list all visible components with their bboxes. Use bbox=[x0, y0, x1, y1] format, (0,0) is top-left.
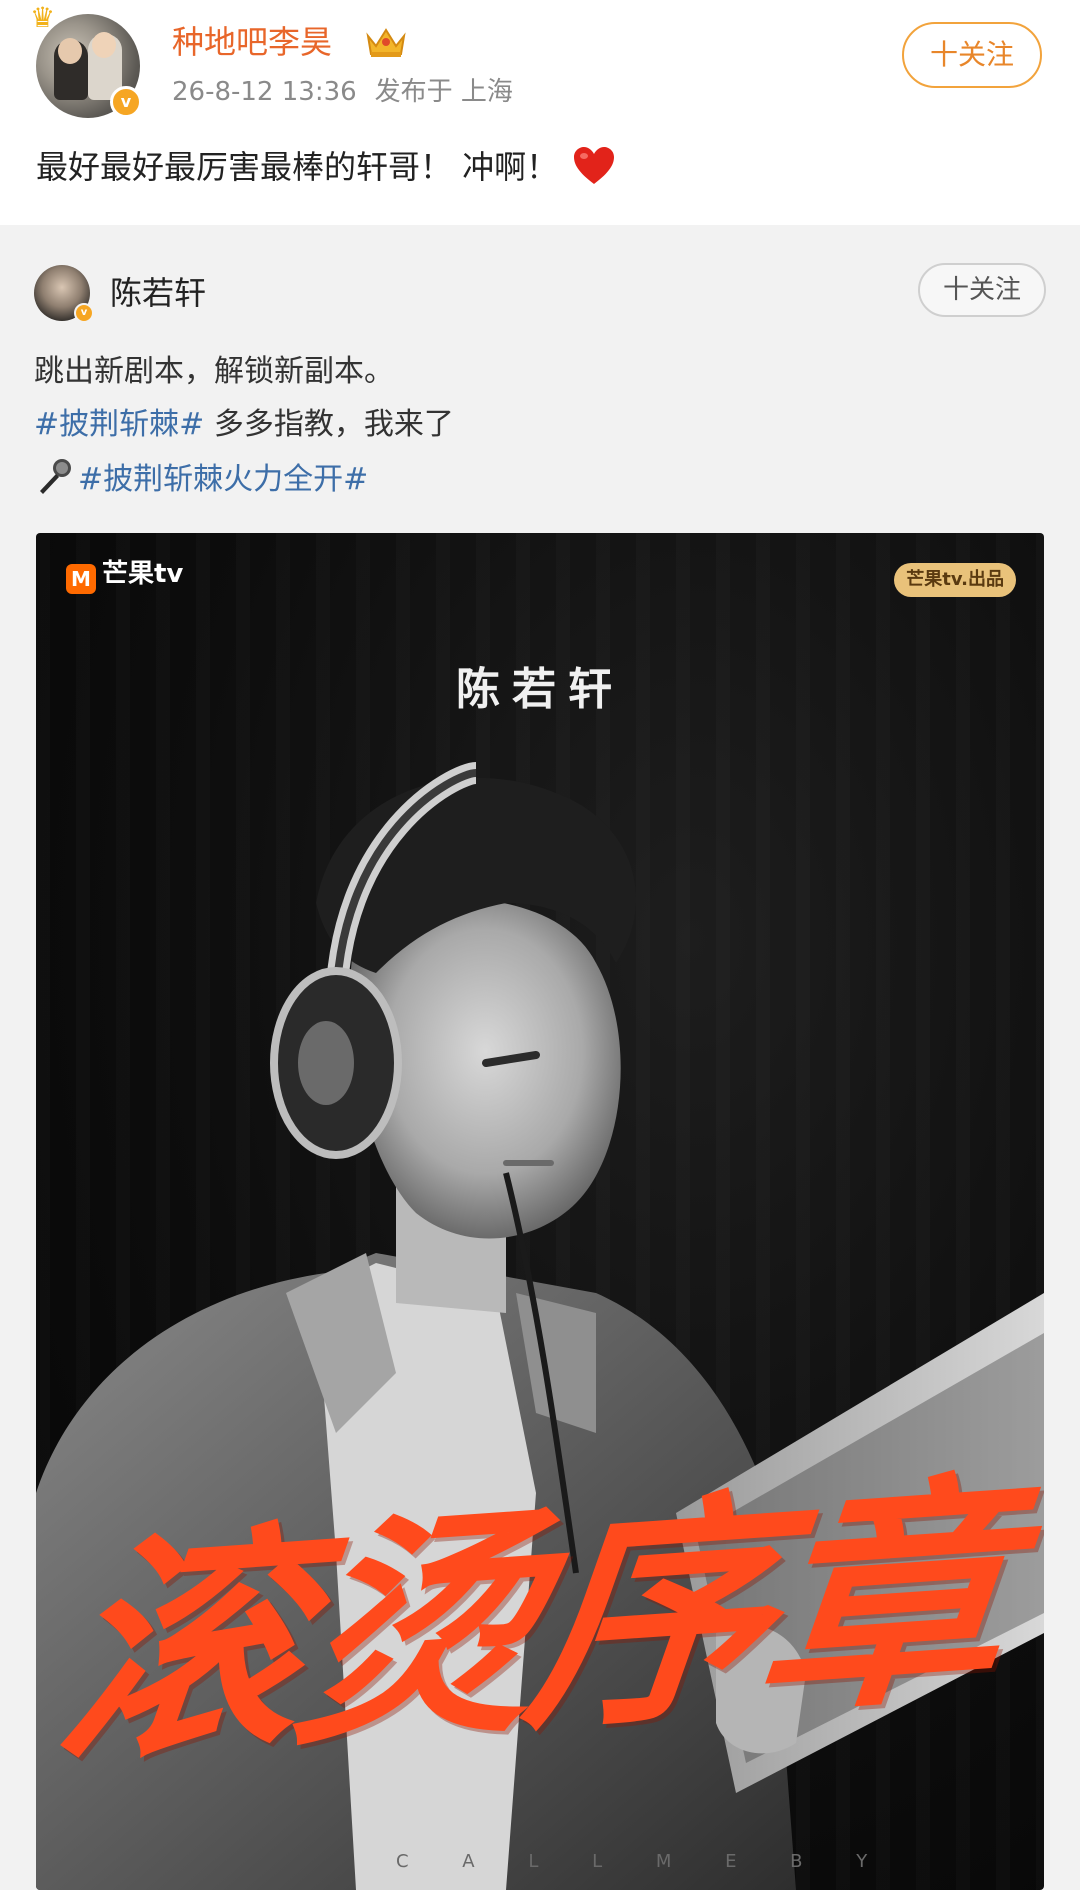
post-location: 发布于 上海 bbox=[374, 77, 513, 107]
repost-text-line-1: 跳出新剧本，解锁新副本。 bbox=[34, 354, 394, 389]
post-meta: 26-8-12 13:36 发布于 上海 bbox=[172, 74, 513, 110]
follow-button[interactable]: 十关注 bbox=[902, 22, 1042, 88]
verified-badge: v bbox=[110, 86, 142, 118]
poster-caption: C A L L M E B Y bbox=[396, 1851, 892, 1872]
repost-text-line-2: #披荆斩棘# 多多指教，我来了 bbox=[34, 403, 454, 447]
post-body: 最好最好最厉害最棒的轩哥！ 冲啊！ bbox=[36, 148, 559, 186]
microphone-emoji-icon bbox=[40, 459, 71, 494]
repost-verified-badge: v bbox=[74, 303, 94, 323]
repost-text-line-3: #披荆斩棘火力全开# bbox=[34, 457, 368, 502]
mgtv-logo: M 芒果tv bbox=[66, 557, 183, 594]
repost-text: 多多指教，我来了 bbox=[204, 407, 454, 442]
heart-emoji-icon bbox=[574, 147, 615, 184]
avatar-crown-icon: ♛ bbox=[30, 1, 56, 34]
mgtv-production-badge: 芒果tv.出品 bbox=[894, 563, 1016, 597]
show-title-art: 滚烫序章 bbox=[46, 1449, 1014, 1797]
weibo-post: ♛ v 种地吧李昊 26-8-12 13:36 发布于 上海 十关注 最好最好最厉… bbox=[0, 0, 1080, 225]
repost-follow-button[interactable]: 十关注 bbox=[918, 263, 1046, 317]
repost-card[interactable]: v 陈若轩 十关注 跳出新剧本，解锁新副本。 #披荆斩棘# 多多指教，我来了 #… bbox=[0, 225, 1080, 1890]
vip-crown-icon bbox=[366, 28, 406, 57]
poster-name-title: 陈若轩 bbox=[456, 664, 624, 715]
repost-author-name[interactable]: 陈若轩 bbox=[110, 271, 206, 315]
repost-author-avatar[interactable]: v bbox=[34, 265, 94, 323]
mgtv-logo-text: 芒果tv bbox=[102, 559, 184, 589]
hashtag-link[interactable]: #披荆斩棘# bbox=[34, 407, 204, 442]
hashtag-link[interactable]: #披荆斩棘火力全开# bbox=[78, 462, 368, 497]
post-text: 最好最好最厉害最棒的轩哥！ 冲啊！ bbox=[36, 144, 616, 190]
post-author-name[interactable]: 种地吧李昊 bbox=[172, 20, 332, 64]
author-avatar[interactable]: ♛ v bbox=[30, 4, 142, 118]
mgtv-logo-mark: M bbox=[66, 564, 96, 594]
poster-image[interactable]: M 芒果tv 芒果tv.出品 陈若轩 滚烫序章 C A L L M E B Y bbox=[36, 533, 1044, 1890]
post-timestamp: 26-8-12 13:36 bbox=[172, 77, 357, 107]
